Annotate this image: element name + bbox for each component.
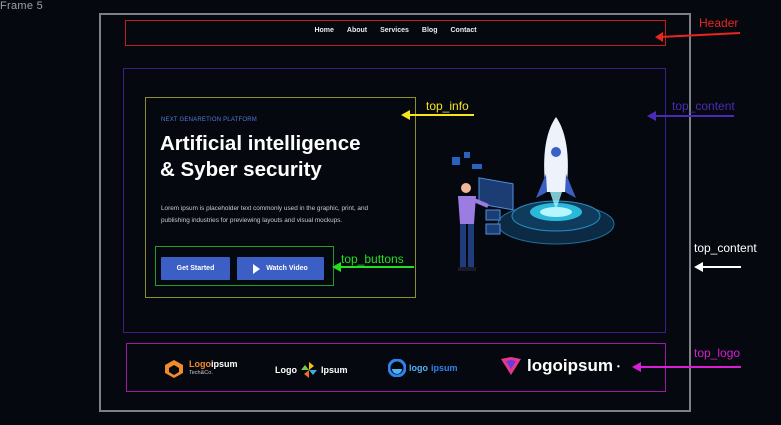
top-content-outer-arrow-icon [694,262,741,272]
hero-title-line-2: & Syber security [160,158,322,181]
hero-title-line-1: Artificial intelligence [160,132,361,155]
top-buttons-arrow-icon [332,262,414,272]
hero-eyebrow: NEXT GENARETION PLATFORM [161,117,257,123]
heart-shield-logo-icon [501,357,521,375]
partner-logo-1-text: Logoipsum Tech&Co. [189,360,238,378]
nav-services[interactable]: Services [380,27,409,34]
watch-video-label: Watch Video [266,265,308,272]
logo-strip: Logoipsum Tech&Co. Logo Ipsum logoipsum [127,344,665,391]
partner-logo-1-sub: Tech&Co. [189,370,213,376]
partner-logo-4[interactable]: logoipsum • [499,356,620,376]
header: Home About Services Blog Contact [125,20,666,46]
partner-logo-2-right: Ipsum [321,365,348,375]
hero-title: Artificial intelligence & Syber security [160,131,410,183]
registered-dot-icon: • [616,361,620,371]
nav-blog[interactable]: Blog [422,27,438,34]
partner-logo-3[interactable]: logo ipsum [388,359,458,377]
top-logo-label: top_logo [694,346,741,360]
partner-logo-2[interactable]: Logo Ipsum [275,361,348,379]
top-logo-arrow-icon [632,362,741,372]
partner-logo-1-rest: ipsum [211,359,238,369]
watch-video-button[interactable]: Watch Video [237,257,324,280]
top-logo: Logoipsum Tech&Co. Logo Ipsum logoipsum [126,343,666,392]
partner-logo-3-b: ipsum [431,363,458,373]
rocket-icon [536,117,576,210]
pinwheel-logo-icon [301,362,317,378]
get-started-label: Get Started [176,265,215,272]
partner-logo-1[interactable]: Logoipsum Tech&Co. [163,359,238,379]
partner-logo-3-a: logo [409,363,428,373]
nav-about[interactable]: About [347,27,367,34]
partner-logo-2-left: Logo [275,365,297,375]
top-info-arrow-icon [401,110,474,120]
get-started-button[interactable]: Get Started [161,257,230,280]
nav-home[interactable]: Home [314,27,333,34]
top-content-arrow-icon [647,111,734,121]
top-buttons: Get Started Watch Video [155,246,334,286]
header-arrow-icon [655,32,741,42]
hero-illustration [452,117,615,271]
hero-description: Lorem ipsum is placeholder text commonly… [161,205,369,224]
partner-logo-4-text: logoipsum [527,356,613,375]
top-content-outer-label: top_content [694,241,757,255]
play-icon [253,263,261,274]
swirl-logo-icon [388,359,406,377]
hexagon-logo-icon [165,360,183,378]
frame-tag: Frame 5 [0,0,44,12]
nav-contact[interactable]: Contact [450,27,476,34]
main-nav: Home About Services Blog Contact [126,27,665,34]
partner-logo-1-accent: Logo [189,359,211,369]
